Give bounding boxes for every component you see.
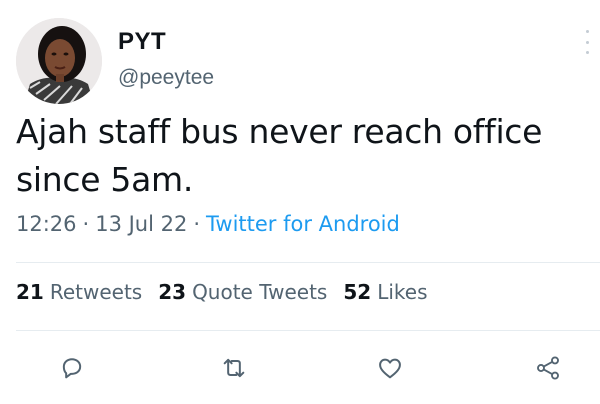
quote-tweets-label: Quote Tweets [192,280,328,304]
share-icon [537,356,559,380]
tweet-source-link[interactable]: Twitter for Android [206,212,400,236]
quote-tweets-stat[interactable]: 23 Quote Tweets [158,280,327,304]
more-icon-dot [585,51,589,54]
more-icon-dot [585,40,589,44]
reply-button[interactable] [54,350,90,386]
likes-count: 52 [343,280,372,304]
tweet-metadata: 12:26 · 13 Jul 22 · Twitter for Android [16,212,400,236]
retweets-count: 21 [16,280,44,304]
quote-tweets-count: 23 [158,280,187,304]
display-name[interactable]: PYT [118,28,166,56]
like-button[interactable] [372,350,408,386]
tweet-date[interactable]: 13 Jul 22 [95,212,187,236]
divider [16,262,600,263]
meta-separator: · [193,212,201,236]
retweet-icon [223,358,245,378]
avatar[interactable] [16,18,102,104]
user-handle[interactable]: @peeytee [118,66,214,90]
retweets-stat[interactable]: 21 Retweets [16,280,142,304]
tweet-time[interactable]: 12:26 [16,212,77,236]
likes-stat[interactable]: 52 Likes [343,280,427,304]
avatar-image [16,18,102,104]
engagement-stats: 21 Retweets 23 Quote Tweets 52 Likes [16,280,444,304]
likes-label: Likes [377,280,428,304]
meta-separator: · [82,212,90,236]
more-icon[interactable] [582,30,592,54]
tweet-text: Ajah staff bus never reach office since … [16,112,543,199]
like-icon [379,358,401,379]
tweet-card: PYT @peeytee Ajah staff bus never reach … [0,0,600,404]
retweets-label: Retweets [49,280,143,304]
retweet-button[interactable] [216,350,252,386]
share-button[interactable] [530,350,566,386]
more-icon-dot [585,30,589,33]
reply-icon [62,358,82,379]
divider [16,330,600,331]
action-bar [0,350,600,386]
